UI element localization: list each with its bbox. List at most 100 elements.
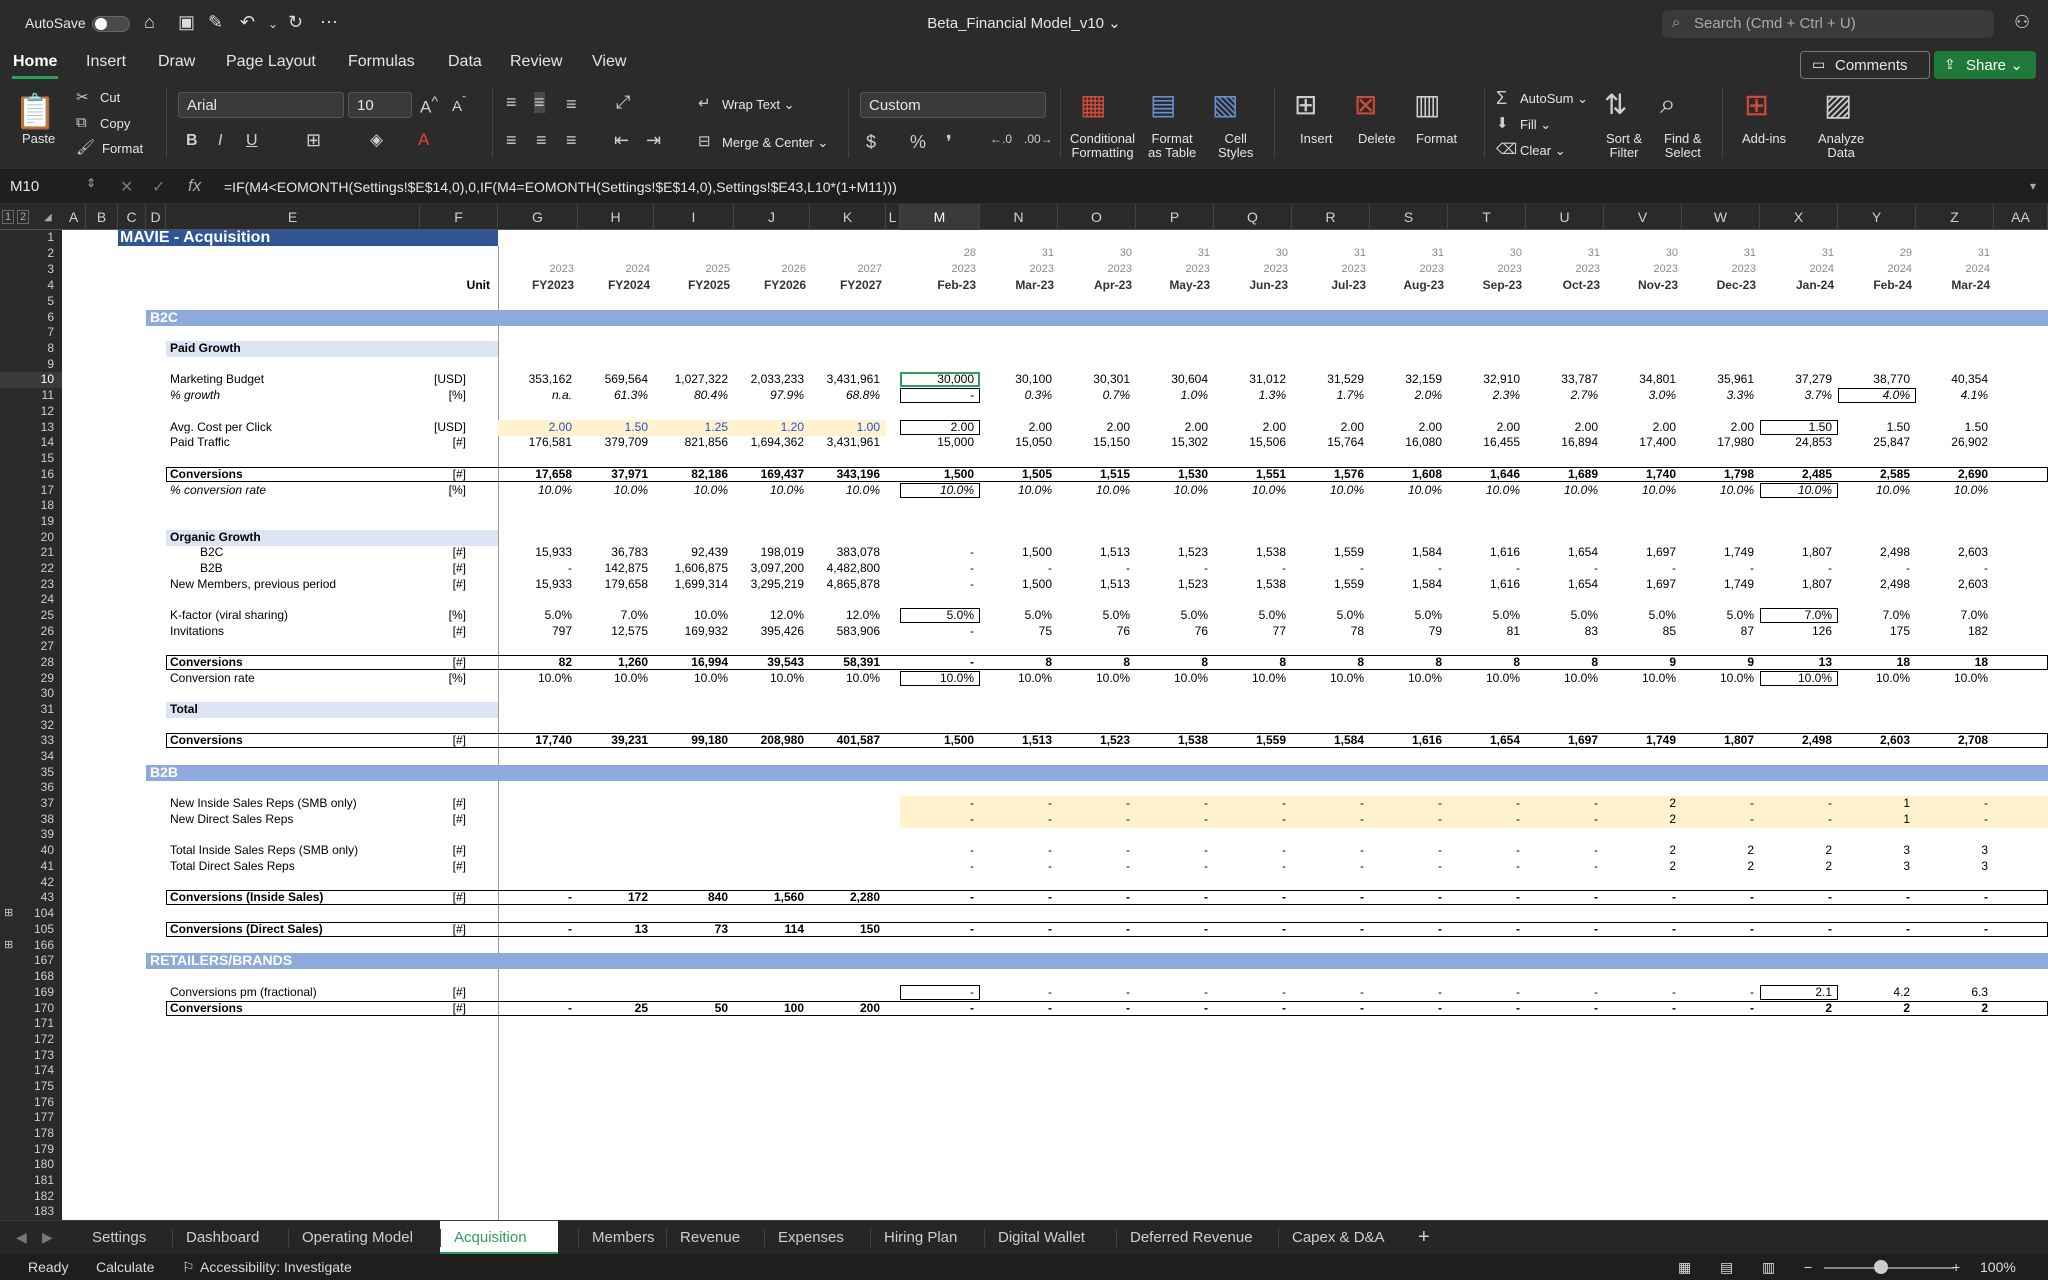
value-cell[interactable]: 2 (1760, 859, 1832, 874)
value-cell[interactable]: 17,658 (498, 467, 572, 482)
row-header-20[interactable]: 20 (0, 530, 62, 546)
value-cell[interactable]: 10.0% (1838, 671, 1910, 686)
column-header-h[interactable]: H (578, 204, 654, 230)
row-header-18[interactable]: 18 (0, 498, 62, 514)
value-cell[interactable]: 15,764 (1292, 435, 1364, 450)
column-header-j[interactable]: J (734, 204, 810, 230)
row-header-23[interactable]: 23 (0, 577, 62, 593)
value-cell[interactable]: 379,709 (578, 435, 648, 450)
expand-formula-icon[interactable]: ▾ (2030, 179, 2036, 193)
value-cell[interactable]: 395,426 (734, 624, 804, 639)
value-cell[interactable]: 50 (654, 1001, 728, 1016)
value-cell[interactable]: 85 (1604, 624, 1676, 639)
value-cell[interactable]: 1,584 (1370, 577, 1442, 592)
select-all-corner[interactable]: ◢ (44, 212, 52, 223)
value-cell[interactable]: 15,302 (1136, 435, 1208, 450)
value-cell[interactable]: 4.1% (1916, 388, 1988, 403)
value-cell[interactable]: 2 (1604, 859, 1676, 874)
currency-icon[interactable]: $ (866, 132, 876, 153)
format-as-table-button[interactable]: Format as Table (1148, 132, 1196, 160)
value-cell[interactable]: 16,455 (1448, 435, 1520, 450)
value-cell[interactable]: 3 (1916, 859, 1988, 874)
sheet-tab-dashboard[interactable]: Dashboard (186, 1229, 259, 1246)
value-cell[interactable]: - (1292, 859, 1364, 874)
value-cell[interactable]: 821,856 (654, 435, 728, 450)
value-cell[interactable]: 15,150 (1058, 435, 1130, 450)
value-cell[interactable]: - (1682, 890, 1754, 905)
value-cell[interactable]: 5.0% (1526, 608, 1598, 623)
row-header-179[interactable]: 179 (0, 1142, 62, 1158)
page-layout-view-icon[interactable]: ▤ (1720, 1259, 1733, 1276)
row-header-31[interactable]: 31 (0, 702, 62, 718)
value-cell[interactable]: 1,523 (1136, 577, 1208, 592)
sheet-tab-capex-d-a[interactable]: Capex & D&A (1292, 1229, 1385, 1246)
row-header-172[interactable]: 172 (0, 1032, 62, 1048)
value-cell[interactable]: 3 (1916, 843, 1988, 858)
delete-cells-icon[interactable]: ⊠ (1354, 88, 1377, 121)
value-cell[interactable]: 10.0% (1058, 671, 1130, 686)
tab-review[interactable]: Review (510, 53, 562, 71)
row-header-10[interactable]: 10 (0, 372, 62, 388)
value-cell[interactable]: 114 (734, 922, 804, 937)
value-cell[interactable]: 17,400 (1604, 435, 1676, 450)
row-header-171[interactable]: 171 (0, 1016, 62, 1032)
value-cell[interactable]: - (900, 843, 974, 858)
value-cell[interactable]: 31,529 (1292, 372, 1364, 387)
value-cell[interactable]: 7.0% (1916, 608, 1988, 623)
value-cell[interactable]: - (1916, 796, 1988, 811)
value-cell[interactable]: - (900, 1001, 974, 1016)
value-cell[interactable]: 2.00 (1058, 420, 1130, 435)
value-cell[interactable]: - (1370, 922, 1442, 937)
increase-decimal-icon[interactable]: ←.0 (990, 132, 1012, 146)
value-cell[interactable]: 1,807 (1760, 577, 1832, 592)
value-cell[interactable]: - (1058, 561, 1130, 576)
value-cell[interactable]: - (1916, 890, 1988, 905)
value-cell[interactable]: - (1604, 1001, 1676, 1016)
value-cell[interactable]: - (1448, 812, 1520, 827)
value-cell[interactable]: 99,180 (654, 733, 728, 748)
borders-icon[interactable]: ⊞ (306, 130, 321, 151)
align-left-icon[interactable]: ≡ (506, 130, 517, 151)
value-cell[interactable]: 4.2 (1838, 985, 1910, 1000)
value-cell[interactable]: 32,159 (1370, 372, 1442, 387)
value-cell[interactable]: 142,875 (578, 561, 648, 576)
value-cell[interactable]: 5.0% (1292, 608, 1364, 623)
value-cell[interactable]: - (1058, 922, 1130, 937)
row-header-28[interactable]: 28 (0, 655, 62, 671)
value-cell[interactable]: 10.0% (1916, 483, 1988, 498)
value-cell[interactable]: - (1448, 796, 1520, 811)
value-cell[interactable]: 10.0% (734, 483, 804, 498)
column-header-l[interactable]: L (886, 204, 900, 230)
value-cell[interactable]: 1,689 (1526, 467, 1598, 482)
value-cell[interactable]: 5.0% (1604, 608, 1676, 623)
value-cell[interactable]: 10.0% (980, 483, 1052, 498)
column-header-n[interactable]: N (980, 204, 1058, 230)
value-cell[interactable]: 840 (654, 890, 728, 905)
value-cell[interactable]: 1,559 (1292, 577, 1364, 592)
row-header-4[interactable]: 4 (0, 278, 62, 294)
format-painter-icon[interactable]: 🖌 (76, 138, 95, 156)
value-cell[interactable]: 5.0% (1370, 608, 1442, 623)
autosum-button[interactable]: AutoSum ⌄ (1520, 92, 1588, 106)
row-header-8[interactable]: 8 (0, 341, 62, 357)
value-cell[interactable]: 1,559 (1292, 545, 1364, 560)
value-cell[interactable]: - (1526, 796, 1598, 811)
value-cell[interactable]: 9 (1604, 655, 1676, 670)
row-header-41[interactable]: 41 (0, 859, 62, 875)
value-cell[interactable]: - (1526, 922, 1598, 937)
row-header-168[interactable]: 168 (0, 969, 62, 985)
value-cell[interactable]: 10.0% (1448, 483, 1520, 498)
value-cell[interactable]: - (498, 1001, 572, 1016)
value-cell[interactable]: 1,576 (1292, 467, 1364, 482)
row-header-2[interactable]: 2 (0, 246, 62, 262)
row-header-38[interactable]: 38 (0, 812, 62, 828)
value-cell[interactable]: 15,050 (980, 435, 1052, 450)
value-cell[interactable]: 2,033,233 (734, 372, 804, 387)
value-cell[interactable]: - (1604, 890, 1676, 905)
value-cell[interactable]: - (900, 577, 974, 592)
value-cell[interactable]: 16,894 (1526, 435, 1598, 450)
value-cell[interactable]: 18 (1916, 655, 1988, 670)
autosum-icon[interactable]: Σ (1496, 88, 1507, 109)
value-cell[interactable]: 78 (1292, 624, 1364, 639)
value-cell[interactable]: 1.50 (578, 420, 648, 435)
